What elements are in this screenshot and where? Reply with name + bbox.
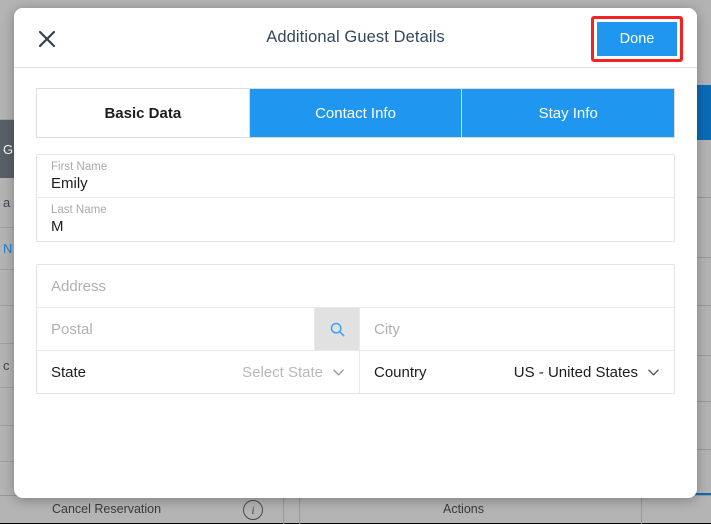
country-label: Country xyxy=(374,364,427,381)
address-row[interactable]: Address xyxy=(37,265,674,308)
tab-contact-info[interactable]: Contact Info xyxy=(250,89,463,137)
additional-guest-details-dialog: Additional Guest Details Done Basic Data… xyxy=(14,8,697,498)
toolbar-divider xyxy=(641,496,642,524)
chevron-down-icon[interactable] xyxy=(332,366,345,379)
address-field-group: Address Postal City State xyxy=(36,264,675,394)
last-name-label: Last Name xyxy=(51,204,107,216)
actions-button[interactable]: Actions xyxy=(443,502,484,516)
postal-cell[interactable]: Postal xyxy=(37,308,315,350)
info-icon[interactable]: i xyxy=(243,500,263,520)
address-input[interactable]: Address xyxy=(51,278,106,295)
background-sidebar-row-label: c xyxy=(3,359,10,372)
toolbar-divider xyxy=(299,496,300,524)
country-value: US - United States xyxy=(514,364,638,381)
postal-input[interactable]: Postal xyxy=(51,321,93,338)
background-sidebar-row-label: a xyxy=(3,196,10,209)
name-field-group: First Name Emily Last Name M xyxy=(36,154,675,242)
city-cell[interactable]: City xyxy=(360,308,674,350)
background-bottom-toolbar: Cancel Reservation i Actions xyxy=(0,495,711,523)
background-sidebar-row-label: N xyxy=(3,242,12,255)
country-select[interactable]: Country US - United States xyxy=(360,351,674,393)
postal-city-row: Postal City xyxy=(37,308,674,351)
last-name-input[interactable]: M xyxy=(51,218,64,235)
state-select[interactable]: State Select State xyxy=(37,351,360,393)
last-name-row[interactable]: Last Name M xyxy=(37,198,674,241)
cancel-reservation-button[interactable]: Cancel Reservation xyxy=(52,502,161,516)
done-button-highlight: Done xyxy=(591,16,683,62)
state-country-row: State Select State Country US - United S… xyxy=(37,351,674,393)
tab-stay-info[interactable]: Stay Info xyxy=(462,89,674,137)
dialog-body: Basic Data Contact Info Stay Info First … xyxy=(14,68,697,394)
dialog-header: Additional Guest Details Done xyxy=(14,8,697,68)
state-value: Select State xyxy=(242,364,323,381)
state-label: State xyxy=(51,364,86,381)
toolbar-divider xyxy=(283,496,284,524)
first-name-input[interactable]: Emily xyxy=(51,175,88,192)
tab-basic-data[interactable]: Basic Data xyxy=(37,89,250,137)
done-button[interactable]: Done xyxy=(597,22,677,56)
city-input[interactable]: City xyxy=(374,321,400,338)
first-name-row[interactable]: First Name Emily xyxy=(37,155,674,198)
background-sidebar-row-label: G xyxy=(3,143,13,156)
search-icon[interactable] xyxy=(315,308,360,350)
first-name-label: First Name xyxy=(51,161,107,173)
chevron-down-icon[interactable] xyxy=(647,366,660,379)
tab-bar: Basic Data Contact Info Stay Info xyxy=(36,88,675,138)
